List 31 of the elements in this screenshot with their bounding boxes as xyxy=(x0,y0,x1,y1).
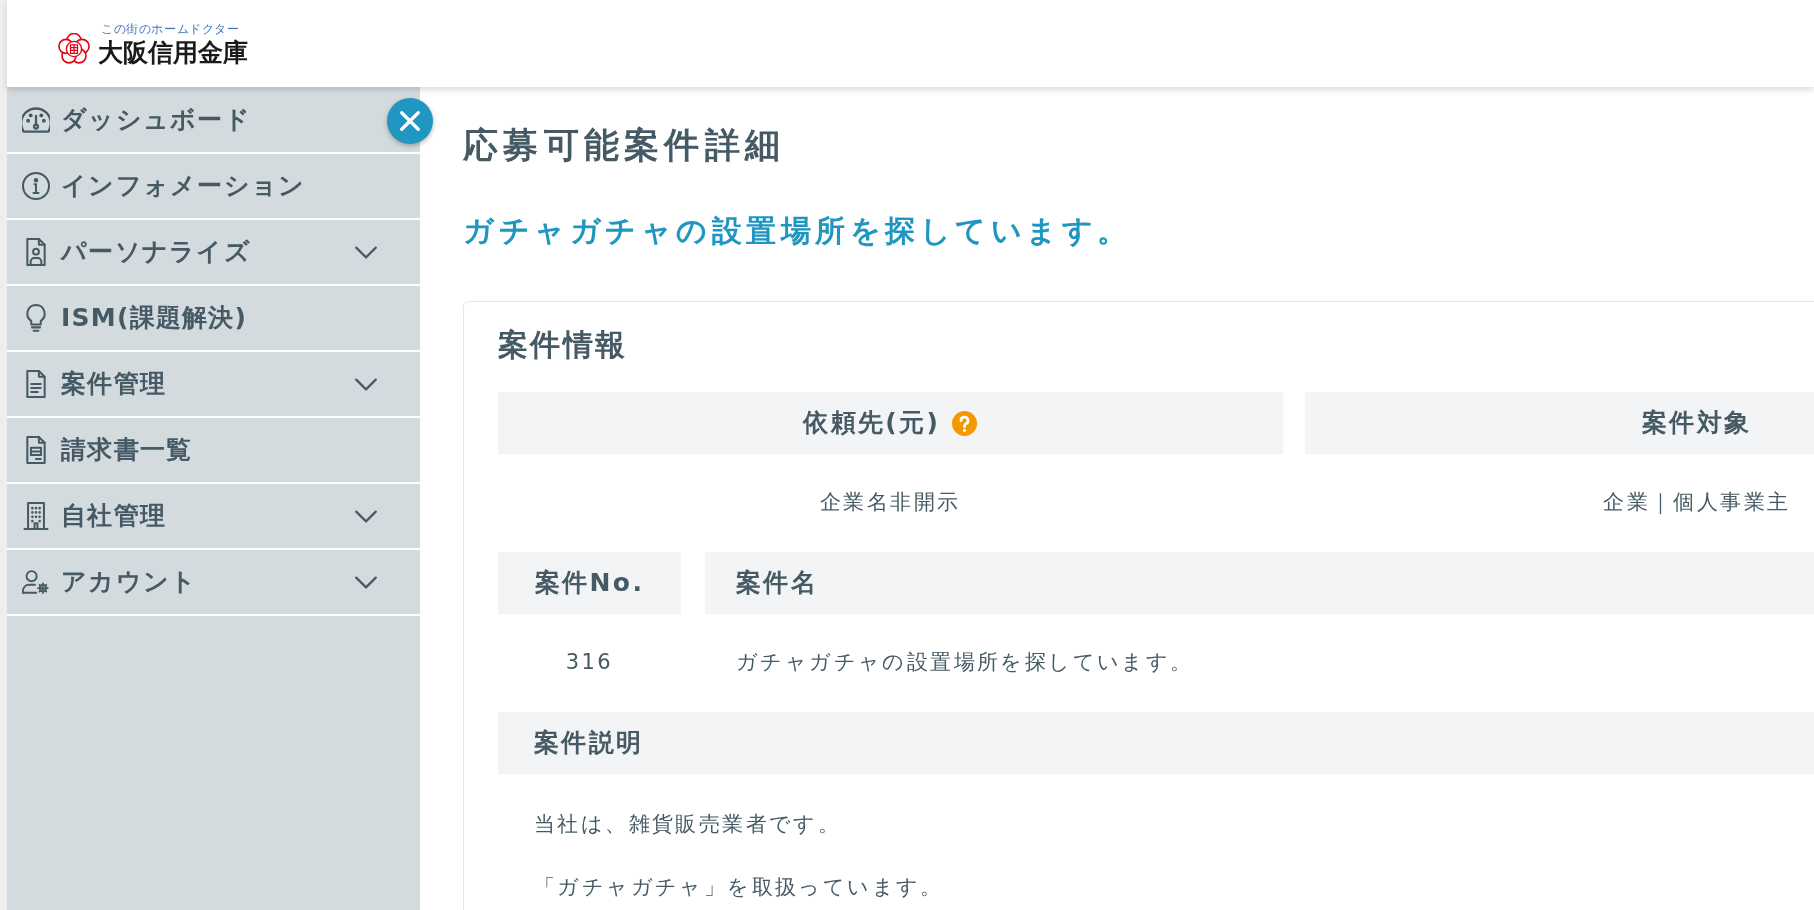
column-heading: 案件名 xyxy=(736,567,819,600)
column-heading: 案件No. xyxy=(534,567,645,600)
info-icon xyxy=(22,172,50,200)
close-icon xyxy=(400,111,420,131)
logo-emblem-icon xyxy=(58,32,90,65)
sidebar-item[interactable]: ISM(課題解決) xyxy=(7,286,384,350)
table-cell-text: 企業名非開示 xyxy=(819,489,962,516)
card-title: 案件情報 xyxy=(498,326,629,364)
table-cell-text: ガチャガチャの設置場所を探しています。 xyxy=(735,649,1195,676)
description-paragraph: 当社は、雑貨販売業者です。 xyxy=(533,811,843,838)
column-heading: 依頼先(元) xyxy=(803,407,941,440)
page-title: 応募可能案件詳細 xyxy=(463,124,786,166)
sidebar-item[interactable]: パーソナライズ xyxy=(7,220,384,284)
sidebar-item[interactable]: インフォメーション xyxy=(7,154,384,218)
building-icon xyxy=(22,502,50,530)
sidebar-item[interactable]: アカウント xyxy=(7,550,384,614)
table-cell-text: 企業｜個人事業主 xyxy=(1602,489,1792,517)
column-heading: 案件対象 xyxy=(1641,407,1752,440)
help-icon[interactable] xyxy=(952,410,978,436)
sidebar-item[interactable]: 請求書一覧 xyxy=(7,418,384,482)
sidebar-item[interactable]: 自社管理 xyxy=(7,484,384,548)
description-paragraph: 「ガチャガチャ」を取扱っています。 xyxy=(533,874,945,901)
gauge-icon xyxy=(22,106,50,134)
section-header: 案件説明 xyxy=(498,712,1814,774)
logo-tagline: この街のホームドクター xyxy=(101,22,240,35)
logo-text: 大阪信用金庫 xyxy=(98,39,248,65)
user-gear-icon xyxy=(22,568,50,596)
sidebar-item[interactable]: 案件管理 xyxy=(7,352,384,416)
page-subtitle: ガチャガチャの設置場所を探しています。 xyxy=(463,213,1133,249)
sidebar-item[interactable]: ダッシュボード xyxy=(7,88,384,152)
table-cell-text: 316 xyxy=(564,649,615,676)
